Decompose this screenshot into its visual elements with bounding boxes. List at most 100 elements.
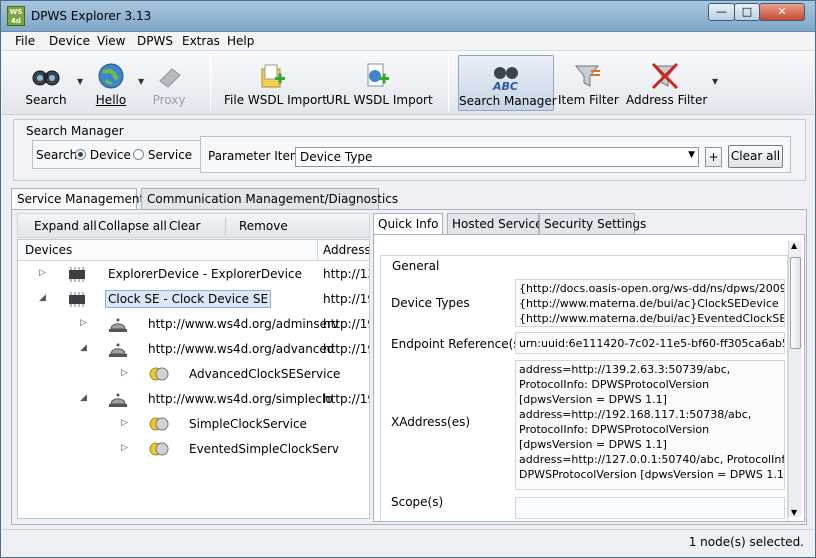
address-filter-button[interactable]: Address Filter xyxy=(626,55,707,111)
tree-row[interactable]: ▷ SimpleClockService xyxy=(18,412,369,437)
scroll-up-icon[interactable]: ▲ xyxy=(791,241,797,250)
menu-view[interactable]: View xyxy=(97,34,125,48)
scopes-field[interactable] xyxy=(515,497,785,519)
parameter-item-select[interactable]: Device Type ▼ xyxy=(295,147,699,167)
radio-checked-icon xyxy=(75,149,86,160)
device-tree[interactable]: Devices Addresse ▷ ExplorerDevice - Expl… xyxy=(17,239,370,519)
column-divider[interactable] xyxy=(317,240,318,261)
scrollbar-thumb[interactable] xyxy=(790,257,801,349)
search-button[interactable]: Search xyxy=(18,55,74,111)
tab-security-settings[interactable]: Security Settings xyxy=(539,213,646,235)
file-wsdl-import-button[interactable]: File WSDL Import xyxy=(224,55,327,111)
xaddress-line: [dpwsVersion = DPWS 1.1] xyxy=(519,438,667,451)
search-manager-label: Search Manager xyxy=(459,94,557,108)
tree-item-label: ExplorerDevice - ExplorerDevice xyxy=(108,267,302,281)
binoculars-abc-icon: ABC xyxy=(492,67,518,92)
proxy-label: Proxy xyxy=(152,93,186,107)
vertical-scrollbar[interactable]: ▲ ▼ xyxy=(788,241,802,517)
search-label: Search xyxy=(25,93,67,107)
xaddresses-field[interactable]: address=http://139.2.63.3:50739/abc, Pro… xyxy=(515,360,785,490)
tree-item-label: http://www.ws4d.org/simpleclo xyxy=(148,392,333,406)
expand-icon[interactable]: ▷ xyxy=(121,418,128,428)
clear-button[interactable]: Clear xyxy=(169,219,200,233)
hello-button[interactable]: Hello xyxy=(88,55,134,111)
collapse-all-button[interactable]: Collapse all xyxy=(98,219,167,233)
folder-add-icon xyxy=(261,64,285,88)
parameter-item-label: Parameter Item: xyxy=(208,149,306,163)
collapse-icon[interactable]: ◢ xyxy=(80,343,87,353)
item-filter-label: Item Filter xyxy=(558,93,619,107)
radio-device[interactable]: Device xyxy=(75,148,131,162)
status-text: 1 node(s) selected. xyxy=(688,535,804,549)
tree-item-label: EventedSimpleClockServ xyxy=(189,442,339,456)
expand-icon[interactable]: ▷ xyxy=(80,318,87,328)
close-button[interactable]: ✕ xyxy=(759,3,805,21)
tree-toolbar: Expand all Collapse all Clear Remove xyxy=(17,213,370,238)
search-dropdown-icon[interactable]: ▼ xyxy=(77,77,83,86)
general-group-title: General xyxy=(388,259,444,273)
address-filter-dropdown-icon[interactable]: ▼ xyxy=(712,77,718,86)
minimize-button[interactable]: — xyxy=(708,3,735,21)
tree-row[interactable]: ▷ AdvancedClockSEService xyxy=(18,362,369,387)
device-type-value: {http://www.materna.de/bui/ac}ClockSEDev… xyxy=(519,297,779,310)
port-type-icon xyxy=(149,417,169,431)
expand-icon[interactable]: ▷ xyxy=(121,443,128,453)
xaddress-line: address=http://139.2.63.3:50739/abc, xyxy=(519,363,731,376)
expand-icon[interactable]: ▷ xyxy=(39,268,46,278)
tab-quick-info[interactable]: Quick Info xyxy=(373,213,443,236)
tree-row[interactable]: ◢ http://www.ws4d.org/advanced http://19 xyxy=(18,337,369,362)
tree-row[interactable]: ▷ ExplorerDevice - ExplorerDevice http:/… xyxy=(18,262,369,287)
title-bar: WS 4d DPWS Explorer 3.13 — □ ✕ xyxy=(1,1,815,32)
app-logo-icon: WS 4d xyxy=(7,6,25,26)
search-type-group: Search Device Service xyxy=(32,140,208,169)
tree-item-label: http://www.ws4d.org/adminserv xyxy=(148,317,340,331)
tab-service-management[interactable]: Service Management xyxy=(11,188,144,211)
column-address[interactable]: Addresse xyxy=(323,243,369,257)
tree-row[interactable]: ◢ http://www.ws4d.org/simpleclo http://1… xyxy=(18,387,369,412)
device-type-value: {http://docs.oasis-open.org/ws-dd/ns/dpw… xyxy=(519,282,785,295)
maximize-button[interactable]: □ xyxy=(734,3,760,21)
document-web-add-icon xyxy=(367,63,389,87)
scroll-down-icon[interactable]: ▼ xyxy=(791,508,797,517)
hello-dropdown-icon[interactable]: ▼ xyxy=(138,77,144,86)
tree-row-selected[interactable]: ◢ Clock SE - Clock Device SE http://19 xyxy=(18,287,369,312)
tab-hosted-services[interactable]: Hosted Services xyxy=(447,213,549,235)
xaddress-line: ProtocolInfo: DPWSProtocolVersion xyxy=(519,378,710,391)
search-manager-button[interactable]: ABC Search Manager xyxy=(458,55,557,111)
collapse-icon[interactable]: ◢ xyxy=(80,393,87,403)
xaddress-line: DPWSProtocolVersion [dpwsVersion = DPWS … xyxy=(519,468,785,481)
endpoint-reference-field[interactable]: urn:uuid:6e111420-7c02-11e5-bf60-ff305ca… xyxy=(515,332,785,354)
item-filter-button[interactable]: Item Filter xyxy=(558,55,619,111)
expand-all-button[interactable]: Expand all xyxy=(34,219,97,233)
device-types-field[interactable]: {http://docs.oasis-open.org/ws-dd/ns/dpw… xyxy=(515,279,785,327)
radio-service[interactable]: Service xyxy=(133,148,192,162)
url-wsdl-import-button[interactable]: URL WSDL Import xyxy=(326,55,433,111)
hello-label: Hello xyxy=(95,93,127,107)
tree-row[interactable]: ▷ EventedSimpleClockServ xyxy=(18,437,369,462)
toolbar-separator xyxy=(210,55,211,111)
clear-all-button[interactable]: Clear all xyxy=(728,145,783,168)
quick-info-panel: General Device Types {http://docs.oasis-… xyxy=(373,234,805,522)
menu-dpws[interactable]: DPWS xyxy=(137,34,173,48)
menu-extras[interactable]: Extras xyxy=(182,34,220,48)
collapse-icon[interactable]: ◢ xyxy=(39,293,46,303)
column-devices[interactable]: Devices xyxy=(25,243,72,257)
endpoint-reference-value: urn:uuid:6e111420-7c02-11e5-bf60-ff305ca… xyxy=(519,337,785,350)
app-window: WS 4d DPWS Explorer 3.13 — □ ✕ File Devi… xyxy=(0,0,816,558)
menu-help[interactable]: Help xyxy=(227,34,254,48)
globe-icon xyxy=(98,63,124,89)
menu-device[interactable]: Device xyxy=(49,34,90,48)
tree-item-address: http://19 xyxy=(323,317,370,331)
tree-row[interactable]: ▷ http://www.ws4d.org/adminserv http://1… xyxy=(18,312,370,337)
proxy-button[interactable]: Proxy xyxy=(148,55,190,111)
expand-icon[interactable]: ▷ xyxy=(121,368,128,378)
tree-item-label: SimpleClockService xyxy=(189,417,307,431)
service-bell-icon xyxy=(109,343,127,357)
funnel-icon xyxy=(574,65,600,87)
tab-communication-management[interactable]: Communication Management/Diagnostics xyxy=(141,188,398,210)
menu-file[interactable]: File xyxy=(15,34,35,48)
remove-button[interactable]: Remove xyxy=(239,219,288,233)
parameter-group: Parameter Item: Device Type ▼ + Clear al… xyxy=(200,136,791,173)
add-parameter-button[interactable]: + xyxy=(705,147,722,167)
port-type-icon xyxy=(149,367,169,381)
